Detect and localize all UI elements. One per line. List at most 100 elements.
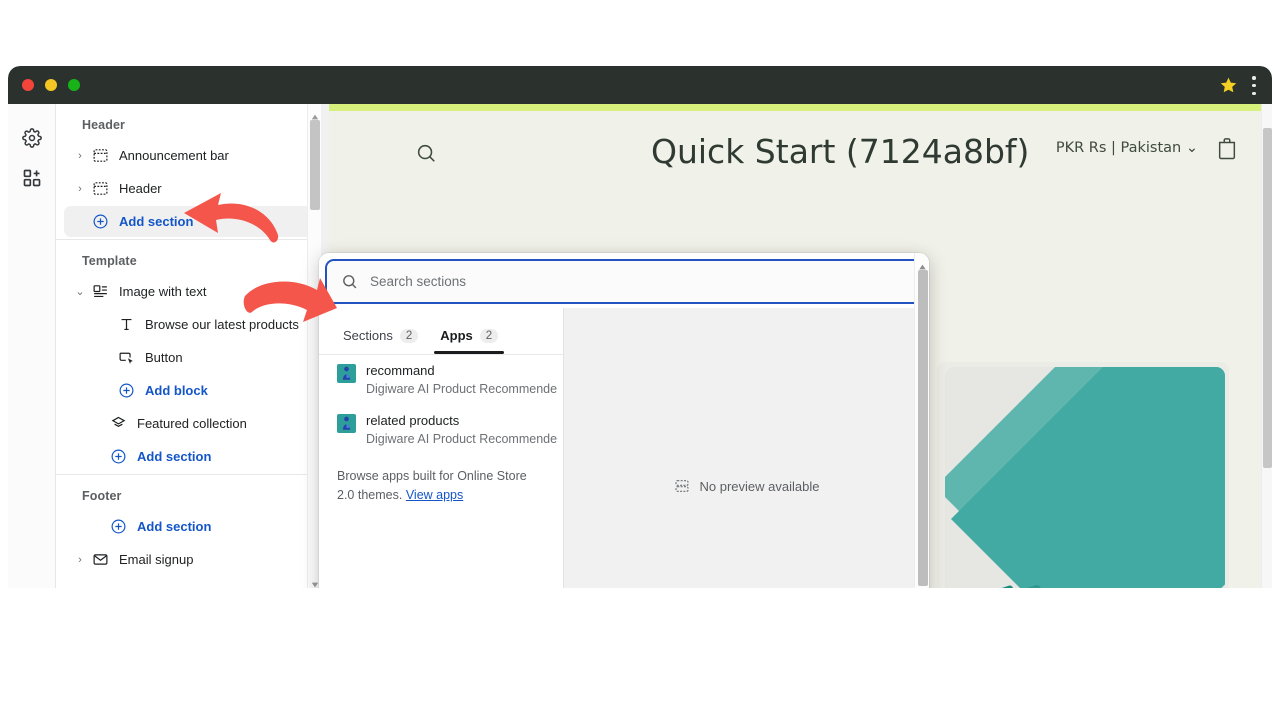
sidebar-item-announcement-bar[interactable]: › Announcement bar [64,140,313,171]
sidebar-item-label: Announcement bar [119,148,229,163]
plus-circle-icon [108,447,128,467]
tab-label: Apps [440,328,473,343]
sidebar-item-button[interactable]: Button [90,342,313,373]
storefront-header-actions: PKR Rs | Pakistan ⌄ [1056,136,1238,160]
chevron-down-icon: ⌄ [1185,140,1198,156]
storefront-title: Quick Start (7124a8bf) [651,132,1030,171]
expand-caret-icon[interactable]: ⌄ [72,285,88,298]
sidebar-group: Header › Announcement bar › Header Add sectio… [56,104,321,237]
app-name: recommand [366,363,435,378]
sidebar-item-add-section[interactable]: Add section [82,441,313,472]
theme-editor: Header › Announcement bar › Header Add sectio… [8,104,1272,588]
text-block-icon [116,315,136,335]
result-tabs: Sections 2 Apps 2 [319,308,563,354]
sidebar-group-title: Template [82,254,137,268]
sidebar-item-label: Add section [119,214,194,229]
expand-caret-icon[interactable]: › [72,183,88,195]
section-placeholder-icon [674,478,690,494]
sidebar-item-featured-collection[interactable]: Featured collection [82,408,313,439]
sidebar-item-label: Email signup [119,552,194,567]
sidebar-group-title: Header [82,118,125,132]
collection-icon [108,414,128,434]
popover-body: Sections 2 Apps 2 recommand Digiware AI Prod… [319,308,929,588]
expand-caret-icon[interactable]: › [72,554,88,566]
sidebar-group: Template ⌄ Image with text Browse our lates… [56,239,321,472]
plus-circle-icon [90,212,110,232]
sidebar-item-browse-our-latest-products[interactable]: Browse our latest products [90,309,313,340]
sidebar-item-label: Button [145,350,183,365]
search-sections-field[interactable]: Search sections [325,259,923,304]
list-item[interactable]: related products Digiware AI Product Reco… [319,405,563,455]
sidebar-item-label: Browse our latest products [145,317,299,332]
plus-circle-icon [108,517,128,537]
star-icon[interactable] [1219,76,1238,95]
preview-scroll-thumb[interactable] [1263,128,1272,468]
apps-grid-add-icon[interactable] [22,168,42,188]
app-icon [337,414,356,433]
no-preview-message: No preview available [564,478,929,494]
search-icon [341,273,358,290]
sidebar-item-label: Add section [137,449,212,464]
sidebar-scroll-thumb[interactable] [310,120,320,210]
maximize-window-button[interactable] [68,79,80,91]
editor-icon-rail [8,104,56,588]
list-item[interactable]: recommand Digiware AI Product Recommende [319,355,563,405]
section-icon [90,179,110,199]
app-result-list: recommand Digiware AI Product Recommende r… [319,355,563,455]
scroll-up-arrow-icon[interactable] [918,258,927,270]
search-area: Search sections [319,253,929,308]
sidebar-item-label: Header [119,181,162,196]
sidebar-item-add-section[interactable]: Add section [82,511,313,542]
app-name: related products [366,413,460,428]
close-window-button[interactable] [22,79,34,91]
section-preview-column: No preview available [564,308,929,588]
tab-label: Sections [343,328,393,343]
sidebar-group-title: Footer [82,489,122,503]
app-icon [337,364,356,383]
product-image-placeholder [945,367,1225,588]
app-subtitle: Digiware AI Product Recommende [366,432,558,446]
minimize-window-button[interactable] [45,79,57,91]
sidebar-item-image-with-text[interactable]: ⌄ Image with text [64,276,313,307]
shopping-bag-icon[interactable] [1216,136,1238,160]
sidebar-item-label: Add block [145,383,208,398]
screenshot-root: Header › Announcement bar › Header Add sectio… [0,0,1280,720]
kebab-menu-icon[interactable] [1246,76,1262,95]
sidebar-item-label: Add section [137,519,212,534]
locale-selector[interactable]: PKR Rs | Pakistan ⌄ [1056,140,1198,156]
storefront-search-icon[interactable] [415,142,437,164]
popover-scrollbar[interactable] [914,253,929,588]
sidebar-item-email-signup[interactable]: › Email signup [64,544,313,575]
search-placeholder: Search sections [370,274,467,289]
preview-scrollbar[interactable] [1261,104,1272,588]
window-traffic-lights [22,79,80,91]
sidebar-item-add-section[interactable]: Add section [64,206,313,237]
gear-icon[interactable] [22,128,42,148]
sidebar-item-label: Image with text [119,284,207,299]
add-section-popover: Search sections Sections 2 Apps 2 recommand… [319,253,929,588]
sidebar-item-add-block[interactable]: Add block [90,375,313,406]
announcement-bar [329,104,1262,111]
tab-apps[interactable]: Apps 2 [434,328,514,354]
tab-sections[interactable]: Sections 2 [337,328,434,354]
locale-label: PKR Rs | Pakistan [1055,140,1182,156]
sidebar-group: Footer Add section › Email signup [56,474,321,588]
no-preview-label: No preview available [699,478,820,494]
browser-titlebar [8,66,1272,104]
email-icon [90,550,110,570]
sidebar-group-list: Header › Announcement bar › Header Add sectio… [56,104,321,588]
results-column: Sections 2 Apps 2 recommand Digiware AI Prod… [319,308,564,588]
plus-circle-icon [116,381,136,401]
expand-caret-icon[interactable]: › [72,150,88,162]
scroll-down-arrow-icon[interactable] [311,576,319,588]
section-icon [90,146,110,166]
scroll-up-arrow-icon[interactable] [311,108,319,120]
section-sidebar: Header › Announcement bar › Header Add sectio… [56,104,321,588]
sidebar-item-header[interactable]: › Header [64,173,313,204]
button-block-icon [116,348,136,368]
popover-scroll-thumb[interactable] [918,270,928,586]
view-apps-link[interactable]: View apps [406,488,463,502]
browser-window: Header › Announcement bar › Header Add sectio… [8,66,1272,588]
image-with-text-icon [90,282,110,302]
app-subtitle: Digiware AI Product Recommende [366,382,558,396]
